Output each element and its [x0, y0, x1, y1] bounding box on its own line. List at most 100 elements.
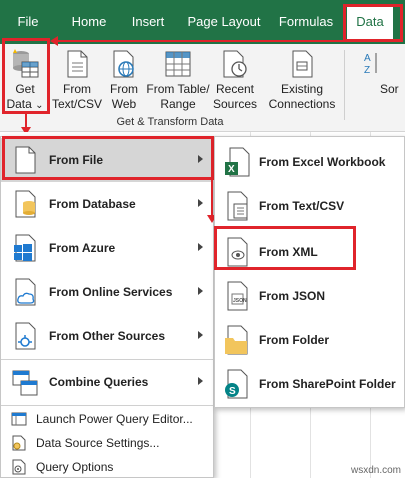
- tab-file[interactable]: File: [0, 0, 56, 44]
- menu-item-launch-power-query-editor[interactable]: Launch Power Query Editor...: [1, 407, 213, 431]
- chevron-right-icon: [198, 199, 203, 207]
- submenu-item-label: From Excel Workbook: [259, 155, 386, 169]
- sharepoint-folder-icon: S: [225, 369, 248, 399]
- excel-workbook-icon: X: [225, 147, 250, 177]
- watermark: wsxdn.com: [350, 465, 401, 476]
- menu-item-combine-queries[interactable]: Combine Queries: [1, 360, 213, 404]
- chevron-right-icon: [198, 287, 203, 295]
- ribbon-panel: Get Data ⌄ From Text/CSV From Web From T…: [0, 44, 405, 132]
- from-web-label-2: Web: [111, 97, 137, 111]
- tab-insert[interactable]: Insert: [120, 0, 176, 44]
- get-data-menu: From File From Database From Azure From …: [0, 136, 214, 478]
- menu-item-from-azure[interactable]: From Azure: [1, 226, 213, 270]
- existing-connections-button[interactable]: Existing Connections: [264, 46, 340, 116]
- submenu-item-from-json[interactable]: JSON From JSON: [215, 274, 404, 318]
- ribbon-tab-bar: File Home Insert Page Layout Formulas Da…: [0, 0, 405, 44]
- submenu-item-from-xml[interactable]: From XML: [215, 230, 404, 274]
- from-web-button[interactable]: From Web: [104, 46, 144, 116]
- menu-item-label: Data Source Settings...: [36, 436, 160, 450]
- ribbon-separator: [344, 50, 345, 120]
- red-arrow-head-left: [50, 36, 58, 46]
- table-icon: [165, 51, 191, 77]
- existing-connections-label-1: Existing: [280, 82, 324, 96]
- xml-file-icon: [227, 237, 248, 267]
- submenu-item-label: From JSON: [259, 289, 326, 303]
- chevron-right-icon: [198, 331, 203, 339]
- query-options-icon: [12, 459, 26, 475]
- text-file-icon: [67, 50, 88, 78]
- svg-text:A: A: [364, 53, 371, 64]
- recent-sources-label-2: Sources: [212, 97, 258, 111]
- from-web-label-1: From: [110, 82, 138, 96]
- from-text-csv-button[interactable]: From Text/CSV: [50, 46, 104, 116]
- data-source-settings-icon: [12, 435, 26, 451]
- menu-item-label: Combine Queries: [49, 375, 149, 389]
- sort-button[interactable]: A Z Sor: [352, 46, 405, 116]
- menu-separator: [1, 405, 213, 406]
- file-icon: [15, 146, 36, 174]
- submenu-item-label: From XML: [259, 245, 318, 259]
- chevron-right-icon: [198, 243, 203, 251]
- cloud-file-icon: [15, 278, 36, 306]
- sort-az-icon: A Z: [364, 53, 377, 76]
- get-data-button[interactable]: Get Data ⌄: [2, 46, 48, 116]
- tab-home[interactable]: Home: [58, 0, 120, 44]
- combine-queries-icon: [12, 370, 38, 396]
- database-grid-icon: [13, 49, 39, 78]
- sort-label: Sor: [380, 82, 399, 96]
- from-table-range-button[interactable]: From Table/ Range: [144, 46, 212, 116]
- from-text-csv-label-1: From: [63, 82, 91, 96]
- submenu-item-from-excel-workbook[interactable]: X From Excel Workbook: [215, 140, 404, 184]
- text-file-icon: [227, 191, 248, 221]
- submenu-item-label: From SharePoint Folder: [259, 377, 396, 391]
- recent-sources-button[interactable]: Recent Sources: [212, 46, 258, 116]
- svg-text:X: X: [228, 164, 235, 175]
- red-arrow-line: [211, 180, 213, 216]
- menu-item-label: From Online Services: [49, 285, 173, 299]
- recent-sources-label-1: Recent: [215, 82, 255, 96]
- recent-clock-file-icon: [223, 50, 247, 78]
- chevron-right-icon: [198, 377, 203, 385]
- submenu-item-label: From Text/CSV: [259, 199, 345, 213]
- menu-item-from-file[interactable]: From File: [1, 138, 213, 182]
- json-file-icon: JSON: [227, 281, 248, 311]
- menu-item-data-source-settings[interactable]: Data Source Settings...: [1, 431, 213, 455]
- web-page-globe-icon: [113, 50, 134, 78]
- red-arrow-line: [25, 114, 27, 128]
- windows-azure-icon: [14, 234, 36, 262]
- menu-item-label: From File: [49, 153, 104, 167]
- chevron-down-icon: ⌄: [35, 100, 44, 111]
- svg-text:S: S: [229, 386, 236, 397]
- menu-item-label: From Other Sources: [49, 329, 166, 343]
- get-data-label-2: Data: [6, 97, 32, 111]
- submenu-item-from-sharepoint-folder[interactable]: S From SharePoint Folder: [215, 362, 404, 406]
- menu-item-query-options[interactable]: Query Options: [1, 455, 213, 478]
- tab-data[interactable]: Data: [347, 4, 393, 40]
- red-arrow-line: [58, 40, 345, 42]
- power-query-editor-icon: [11, 412, 27, 426]
- tab-page-layout[interactable]: Page Layout: [180, 0, 268, 44]
- submenu-item-label: From Folder: [259, 333, 330, 347]
- connections-file-icon: [292, 50, 313, 78]
- menu-item-label: From Azure: [49, 241, 116, 255]
- submenu-item-from-folder[interactable]: From Folder: [215, 318, 404, 362]
- menu-item-label: Query Options: [36, 460, 114, 474]
- get-transform-group-label: Get & Transform Data: [116, 116, 224, 128]
- menu-item-from-online-services[interactable]: From Online Services: [1, 270, 213, 314]
- svg-text:JSON: JSON: [233, 298, 247, 304]
- database-file-icon: [15, 190, 36, 218]
- submenu-item-from-text-csv[interactable]: From Text/CSV: [215, 184, 404, 228]
- menu-item-label: Launch Power Query Editor...: [36, 412, 193, 426]
- chevron-right-icon: [198, 155, 203, 163]
- from-file-submenu: X From Excel Workbook From Text/CSV From…: [214, 136, 405, 408]
- from-text-csv-label-2: Text/CSV: [51, 97, 102, 111]
- menu-item-from-database[interactable]: From Database: [1, 182, 213, 226]
- menu-item-from-other-sources[interactable]: From Other Sources: [1, 314, 213, 358]
- tab-formulas[interactable]: Formulas: [270, 0, 342, 44]
- other-sources-file-icon: [15, 322, 36, 350]
- from-table-range-label-2: Range: [160, 97, 196, 111]
- menu-item-label: From Database: [49, 197, 136, 211]
- svg-text:Z: Z: [364, 65, 370, 76]
- get-data-label-1: Get: [15, 82, 35, 96]
- existing-connections-label-2: Connections: [268, 97, 336, 111]
